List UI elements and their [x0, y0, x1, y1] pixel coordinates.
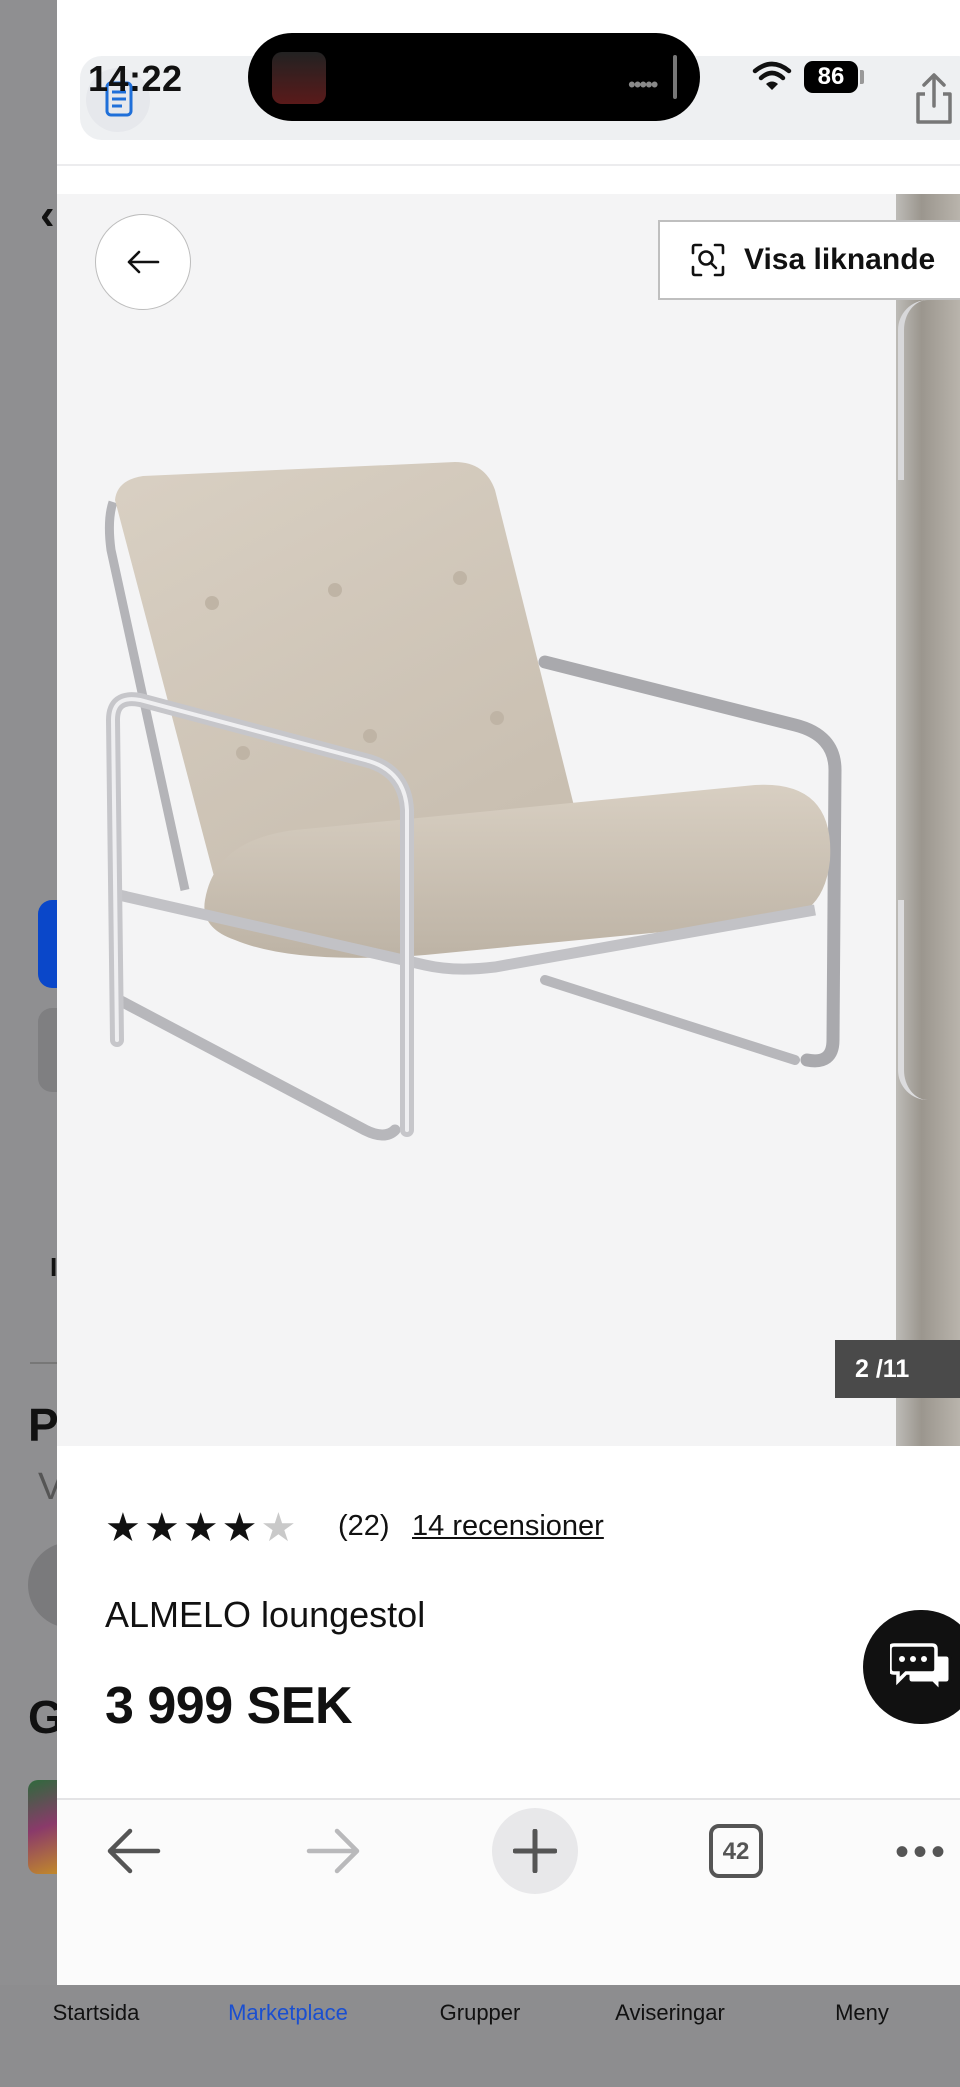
show-similar-button[interactable]: Visa liknande	[658, 220, 960, 300]
back-button[interactable]	[95, 214, 191, 310]
new-tab-plus-icon	[513, 1829, 557, 1873]
star-icon: ★	[182, 1506, 219, 1550]
tab-marketplace[interactable]: Marketplace	[198, 2000, 378, 2026]
star-icon: ★	[143, 1506, 180, 1550]
audio-level-bar	[673, 55, 677, 99]
show-similar-label: Visa liknande	[744, 243, 936, 276]
visual-search-icon	[691, 243, 725, 277]
tabs-button[interactable]: 42	[709, 1824, 763, 1878]
star-icon: ★	[221, 1506, 258, 1550]
rating-stars: ★ ★ ★ ★ ★	[105, 1506, 299, 1550]
product-image	[104, 462, 842, 1141]
background-back-chevron: ‹	[40, 190, 55, 239]
reviews-link[interactable]: 14 recensioner	[412, 1510, 604, 1543]
audio-waveform: •••••	[628, 72, 658, 97]
image-counter: 2 /11	[835, 1340, 960, 1398]
page-header-divider	[57, 164, 960, 166]
now-playing-artwork	[272, 52, 326, 104]
tab-startsida[interactable]: Startsida	[6, 2000, 186, 2026]
chat-icon	[890, 1643, 952, 1695]
battery-nub	[860, 70, 864, 84]
background-heading-fragment: P	[28, 1399, 59, 1451]
more-icon[interactable]: •••	[895, 1830, 949, 1875]
nav-forward-icon[interactable]	[305, 1826, 363, 1876]
new-tab-button[interactable]	[492, 1808, 578, 1894]
next-image-detail	[898, 900, 960, 1100]
tab-meny[interactable]: Meny	[772, 2000, 952, 2026]
status-time: 14:22	[88, 58, 183, 99]
back-arrow-icon	[127, 250, 160, 274]
tab-grupper[interactable]: Grupper	[390, 2000, 570, 2026]
battery-indicator: 86	[804, 61, 858, 93]
tab-aviseringar[interactable]: Aviseringar	[580, 2000, 760, 2026]
wifi-icon	[752, 61, 792, 90]
next-image-detail	[898, 300, 960, 480]
rating-count: (22)	[338, 1510, 390, 1542]
star-empty-icon: ★	[260, 1506, 297, 1550]
nav-back-icon[interactable]	[104, 1826, 162, 1876]
star-icon: ★	[105, 1506, 141, 1550]
product-name: ALMELO loungestol	[105, 1594, 426, 1635]
background-thumbnail	[28, 1780, 60, 1874]
share-icon[interactable]	[910, 70, 958, 126]
product-price: 3 999 SEK	[105, 1677, 353, 1735]
